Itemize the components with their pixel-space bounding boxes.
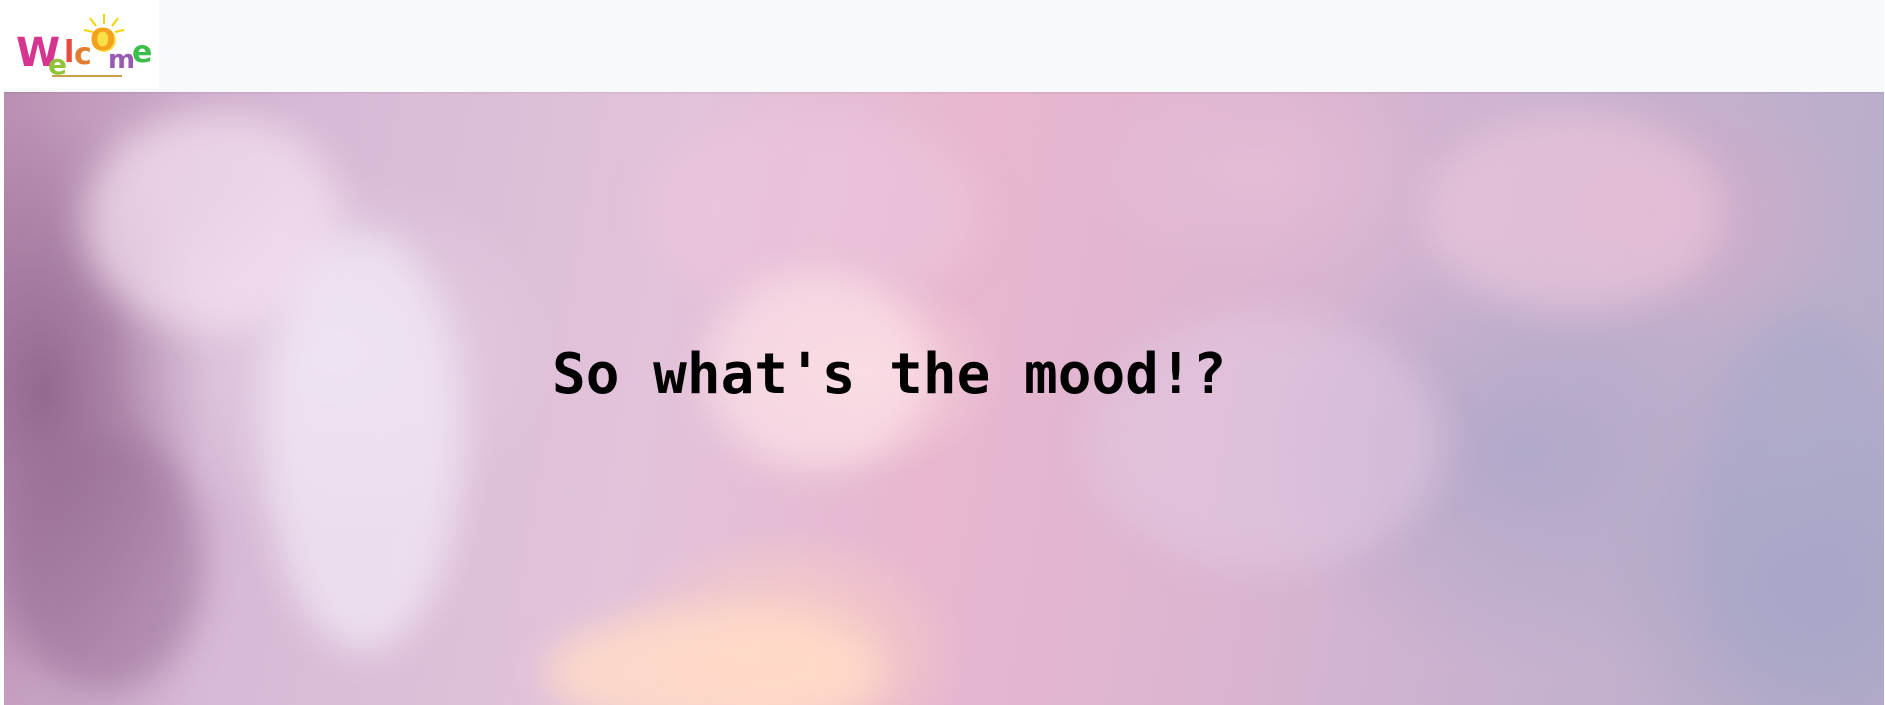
navbar: W e l c O m e [4,0,1884,92]
welcome-logo[interactable]: W e l c O m e [4,0,159,88]
cloud-shape [4,432,204,692]
cloud-shape [264,232,464,652]
svg-text:l: l [64,35,74,70]
svg-text:e: e [132,35,152,70]
mood-headline: So what's the mood!? [552,342,1227,407]
hero-cloud-background: So what's the mood!? [4,92,1884,705]
cloud-shape [1424,112,1724,312]
cloud-shape [1704,312,1884,672]
cloud-shape [544,612,884,705]
page: W e l c O m e So what's the mood!? [4,0,1884,705]
